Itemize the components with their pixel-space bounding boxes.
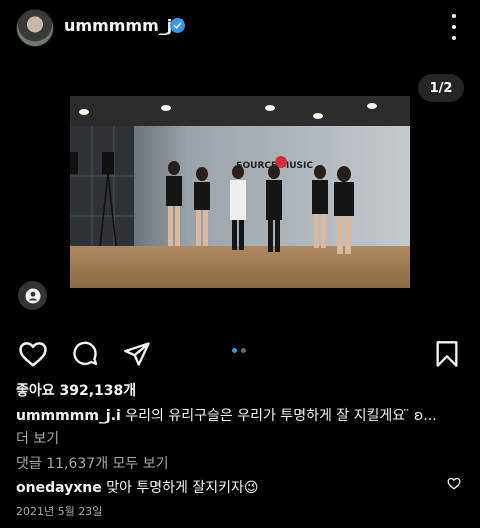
tagged-users-icon[interactable]: [18, 281, 47, 310]
bookmark-icon[interactable]: [434, 340, 466, 372]
send-icon[interactable]: [122, 340, 154, 372]
profile-avatar[interactable]: [16, 9, 54, 47]
caption-text: 우리의 유리구슬은 우리가 투명하게 잘 지킬게요 ̈ ʚ...: [125, 408, 437, 424]
video-frame[interactable]: SOURCE MUSIC: [70, 96, 410, 288]
comment-username[interactable]: onedayxne: [16, 480, 102, 496]
caption: ummmmm_j.i 우리의 유리구슬은 우리가 투명하게 잘 지킬게요 ̈ ʚ…: [16, 405, 437, 425]
comment-row: onedayxne 맞아 투명하게 잘지키자😉: [16, 477, 259, 497]
carousel-dot: [241, 348, 246, 353]
username-link[interactable]: ummmmm_j.i: [64, 16, 184, 35]
carousel-page-counter: 1/2: [418, 74, 464, 102]
comment-text: 맞아 투명하게 잘지키자😉: [106, 480, 259, 496]
post-header: ummmmm_j.i: [0, 0, 480, 54]
comment-icon[interactable]: [70, 340, 102, 372]
caption-username[interactable]: ummmmm_j.i: [16, 408, 121, 424]
verified-badge-icon: [170, 18, 185, 33]
more-options-icon[interactable]: [444, 14, 464, 40]
heart-icon[interactable]: [18, 340, 50, 372]
comment-like-heart-icon[interactable]: [447, 475, 461, 490]
more-link[interactable]: 더 보기: [16, 428, 59, 448]
carousel-indicator: [232, 348, 246, 353]
like-count[interactable]: 좋아요 392,138개: [16, 380, 136, 400]
carousel-dot-active: [232, 348, 237, 353]
dance-practice-video: SOURCE MUSIC: [70, 96, 410, 288]
view-all-comments-link[interactable]: 댓글 11,637개 모두 보기: [16, 453, 169, 473]
post-date: 2021년 5월 23일: [16, 505, 103, 518]
